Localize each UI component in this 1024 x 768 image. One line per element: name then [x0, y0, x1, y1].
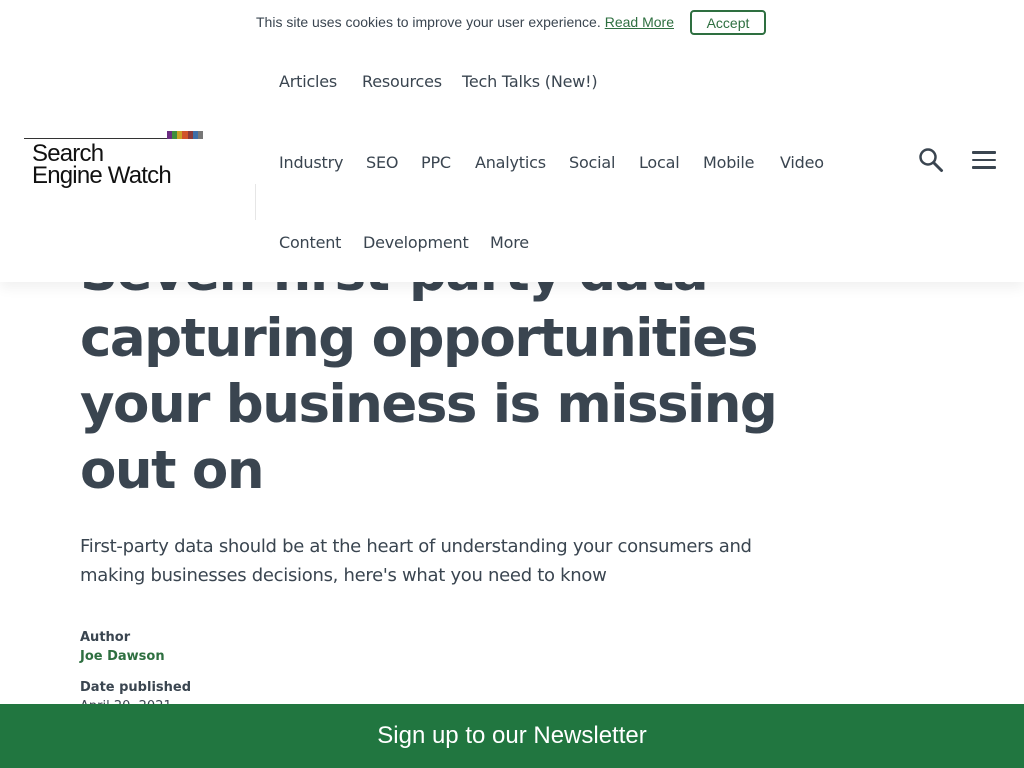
newsletter-signup-bar[interactable]: Sign up to our Newsletter	[0, 704, 1024, 768]
site-logo[interactable]: Search Engine Watch	[24, 131, 204, 191]
read-more-link[interactable]: Read More	[605, 14, 674, 30]
logo-line-2: Engine Watch	[32, 162, 172, 189]
date-label: Date published	[80, 680, 192, 695]
header-divider	[255, 184, 256, 220]
logo-rule	[24, 138, 174, 139]
nav-seo[interactable]: SEO	[366, 153, 398, 172]
cookie-banner: This site uses cookies to improve your u…	[0, 0, 1024, 46]
nav-more[interactable]: More	[490, 233, 529, 252]
cookie-message: This site uses cookies to improve your u…	[256, 14, 674, 30]
nav-social[interactable]: Social	[569, 153, 615, 172]
hamburger-menu-icon[interactable]	[972, 151, 998, 169]
nav-articles[interactable]: Articles	[279, 72, 337, 91]
article-subtitle: First-party data should be at the heart …	[80, 536, 752, 586]
nav-ppc[interactable]: PPC	[421, 153, 451, 172]
newsletter-label: Sign up to our Newsletter	[377, 722, 647, 749]
search-icon[interactable]	[918, 147, 944, 173]
nav-tech-talks[interactable]: Tech Talks (New!)	[462, 72, 598, 91]
accept-cookies-button[interactable]: Accept	[690, 10, 766, 35]
nav-content[interactable]: Content	[279, 233, 341, 252]
author-link[interactable]: Joe Dawson	[80, 649, 165, 664]
site-header: Search Engine Watch Articles Resources T…	[0, 46, 1024, 282]
nav-development[interactable]: Development	[363, 233, 469, 252]
nav-video[interactable]: Video	[780, 153, 824, 172]
author-label: Author	[80, 630, 131, 645]
logo-stripes	[167, 131, 203, 139]
nav-resources[interactable]: Resources	[362, 72, 442, 91]
nav-analytics[interactable]: Analytics	[475, 153, 546, 172]
nav-mobile[interactable]: Mobile	[703, 153, 754, 172]
nav-industry[interactable]: Industry	[279, 153, 343, 172]
cookie-text: This site uses cookies to improve your u…	[256, 14, 601, 30]
nav-local[interactable]: Local	[639, 153, 680, 172]
logo-text: Search Engine Watch	[32, 142, 172, 189]
